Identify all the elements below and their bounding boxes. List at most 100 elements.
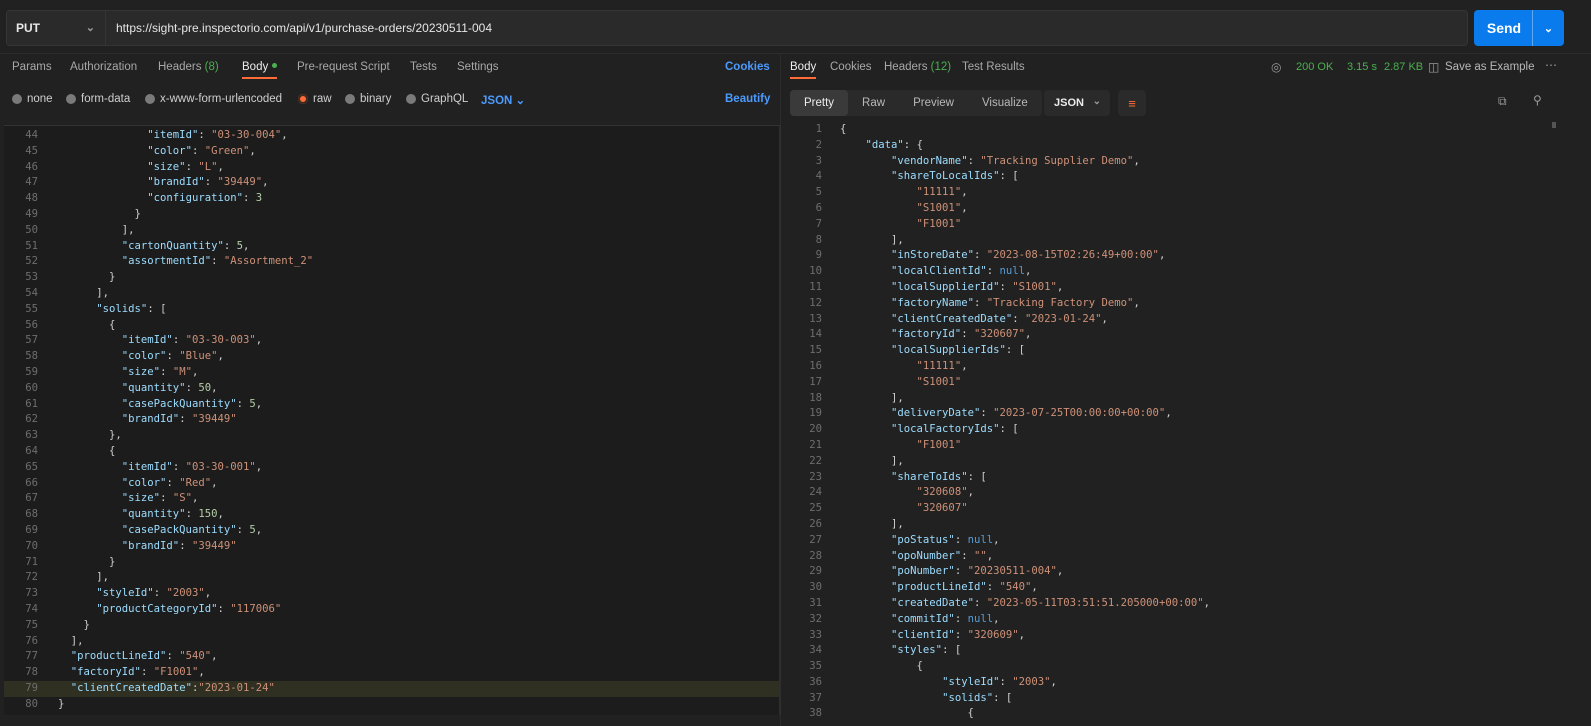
request-line: 79 "clientCreatedDate":"2023-01-24" (4, 680, 781, 697)
response-scrollbar[interactable] (1552, 122, 1556, 722)
line-number: 65 (25, 460, 38, 473)
response-line: 12 "factoryName": "Tracking Factory Demo… (782, 296, 1591, 312)
line-number: 1 (815, 123, 822, 135)
method-select[interactable]: PUT ⌄ (6, 10, 106, 46)
line-number: 58 (25, 350, 38, 363)
response-line: 8 ], (782, 233, 1591, 249)
request-line: 75 } (4, 618, 781, 634)
line-number: 3 (815, 154, 822, 167)
beautify-button[interactable]: Beautify (725, 93, 770, 105)
response-line: 32 "commitId": null, (782, 612, 1591, 628)
line-number: 36 (809, 675, 822, 688)
status-code[interactable]: 200 OK (1296, 61, 1333, 73)
radio-form-data[interactable]: form-data (66, 93, 130, 105)
tab-pre-request-script[interactable]: Pre-request Script (297, 61, 390, 73)
response-line: 2 "data": { (782, 138, 1591, 154)
response-tab-body[interactable]: Body (790, 61, 817, 79)
copy-icon[interactable]: ⧉ (1498, 94, 1507, 109)
code-text: "brandId": "39449" (121, 539, 237, 552)
request-line: 80} (4, 697, 781, 713)
line-number: 77 (25, 650, 38, 663)
line-number: 45 (25, 144, 38, 157)
tab-authorization[interactable]: Authorization (70, 61, 137, 73)
line-number: 15 (809, 344, 822, 357)
request-line: 64 { (4, 444, 781, 460)
code-text: ], (840, 517, 904, 530)
code-text: "deliveryDate": "2023-07-25T00:00:00+00:… (891, 407, 1172, 420)
line-number: 44 (25, 129, 38, 141)
code-text: "S1001" (916, 375, 962, 388)
line-number: 71 (25, 555, 38, 568)
radio-none[interactable]: none (12, 93, 53, 105)
response-line: 20 "localFactoryIds": [ (782, 422, 1591, 438)
save-icon: ◫ (1428, 60, 1440, 74)
response-tab-test-results[interactable]: Test Results (962, 61, 1025, 73)
chevron-down-icon[interactable]: ⌄ (1533, 22, 1564, 35)
response-tab-cookies[interactable]: Cookies (830, 61, 872, 73)
view-pretty[interactable]: Pretty (790, 90, 849, 116)
tab-body[interactable]: Body (242, 61, 278, 79)
response-headers-label: Headers (884, 61, 928, 73)
tab-headers[interactable]: Headers (8) (158, 61, 219, 73)
raw-format-select[interactable]: JSON ⌄ (481, 93, 525, 107)
line-number: 12 (809, 296, 822, 309)
view-preview[interactable]: Preview (899, 90, 968, 116)
response-line: 36 "styleId": "2003", (782, 675, 1591, 691)
tab-body-label: Body (242, 61, 269, 73)
line-number: 53 (25, 271, 38, 284)
radio-form-data-label: form-data (81, 93, 131, 105)
line-number: 30 (809, 581, 822, 594)
request-line: 62 "brandId": "39449" (4, 412, 781, 428)
view-raw[interactable]: Raw (848, 90, 899, 116)
line-number: 28 (809, 549, 822, 562)
radio-urlencoded[interactable]: x-www-form-urlencoded (145, 93, 282, 105)
response-line: 13 "clientCreatedDate": "2023-01-24", (782, 312, 1591, 328)
send-button[interactable]: Send ⌄ (1474, 10, 1564, 46)
radio-raw[interactable]: raw (298, 93, 332, 105)
tab-tests[interactable]: Tests (410, 61, 437, 73)
radio-graphql-label: GraphQL (421, 93, 469, 105)
response-format-select[interactable]: JSON ⌄ (1044, 90, 1110, 116)
editor-scrollbar[interactable] (779, 126, 781, 715)
response-line: 15 "localSupplierIds": [ (782, 343, 1591, 359)
code-text: "solids": [ (942, 691, 1013, 704)
request-line: 65 "itemId": "03-30-001", (4, 460, 781, 476)
wrap-lines-icon[interactable]: ≡ (1118, 90, 1146, 116)
code-text: "shareToIds": [ (891, 470, 987, 483)
response-body-viewer[interactable]: 1{2 "data": {3 "vendorName": "Tracking S… (782, 122, 1591, 726)
view-mode-selector: Pretty Raw Preview Visualize (790, 90, 1042, 116)
code-text: "poStatus": null, (891, 533, 1000, 546)
code-text: ], (840, 454, 904, 467)
tab-params[interactable]: Params (12, 61, 52, 73)
request-body-editor[interactable]: 44 "itemId": "03-30-004", 45 "color": "Gr… (4, 125, 781, 715)
line-number: 9 (815, 249, 822, 262)
code-text: ], (840, 391, 904, 404)
response-tab-headers[interactable]: Headers (12) (884, 61, 951, 73)
view-visualize[interactable]: Visualize (968, 90, 1042, 116)
request-line: 74 "productCategoryId": "117006" (4, 602, 781, 618)
line-number: 19 (809, 407, 822, 420)
search-icon[interactable]: ⚲ (1533, 93, 1542, 107)
response-time[interactable]: 3.15 s (1347, 61, 1377, 73)
line-number: 52 (25, 255, 38, 268)
response-line: 5 "11111", (782, 185, 1591, 201)
line-number: 38 (809, 707, 822, 720)
globe-icon[interactable]: ◎ (1271, 60, 1281, 74)
code-text: "styleId": "2003", (96, 587, 212, 600)
tab-settings[interactable]: Settings (457, 61, 499, 73)
radio-graphql[interactable]: GraphQL (406, 93, 468, 105)
request-line: 66 "color": "Red", (4, 476, 781, 492)
response-line: 24 "320608", (782, 485, 1591, 501)
request-line: 69 "casePackQuantity": 5, (4, 523, 781, 539)
cookies-link[interactable]: Cookies (725, 61, 770, 73)
request-line: 72 ], (4, 570, 781, 586)
url-input[interactable]: https://sight-pre.inspectorio.com/api/v1… (106, 10, 1468, 46)
response-size[interactable]: 2.87 KB (1384, 61, 1423, 73)
response-line: 25 "320607" (782, 501, 1591, 517)
save-as-example-button[interactable]: Save as Example (1445, 61, 1535, 73)
radio-binary[interactable]: binary (345, 93, 391, 105)
chevron-down-icon: ⌄ (515, 95, 526, 107)
request-line: 76 ], (4, 634, 781, 650)
more-icon[interactable]: ⋯ (1545, 58, 1557, 72)
code-text: "inStoreDate": "2023-08-15T02:26:49+00:0… (891, 249, 1166, 262)
